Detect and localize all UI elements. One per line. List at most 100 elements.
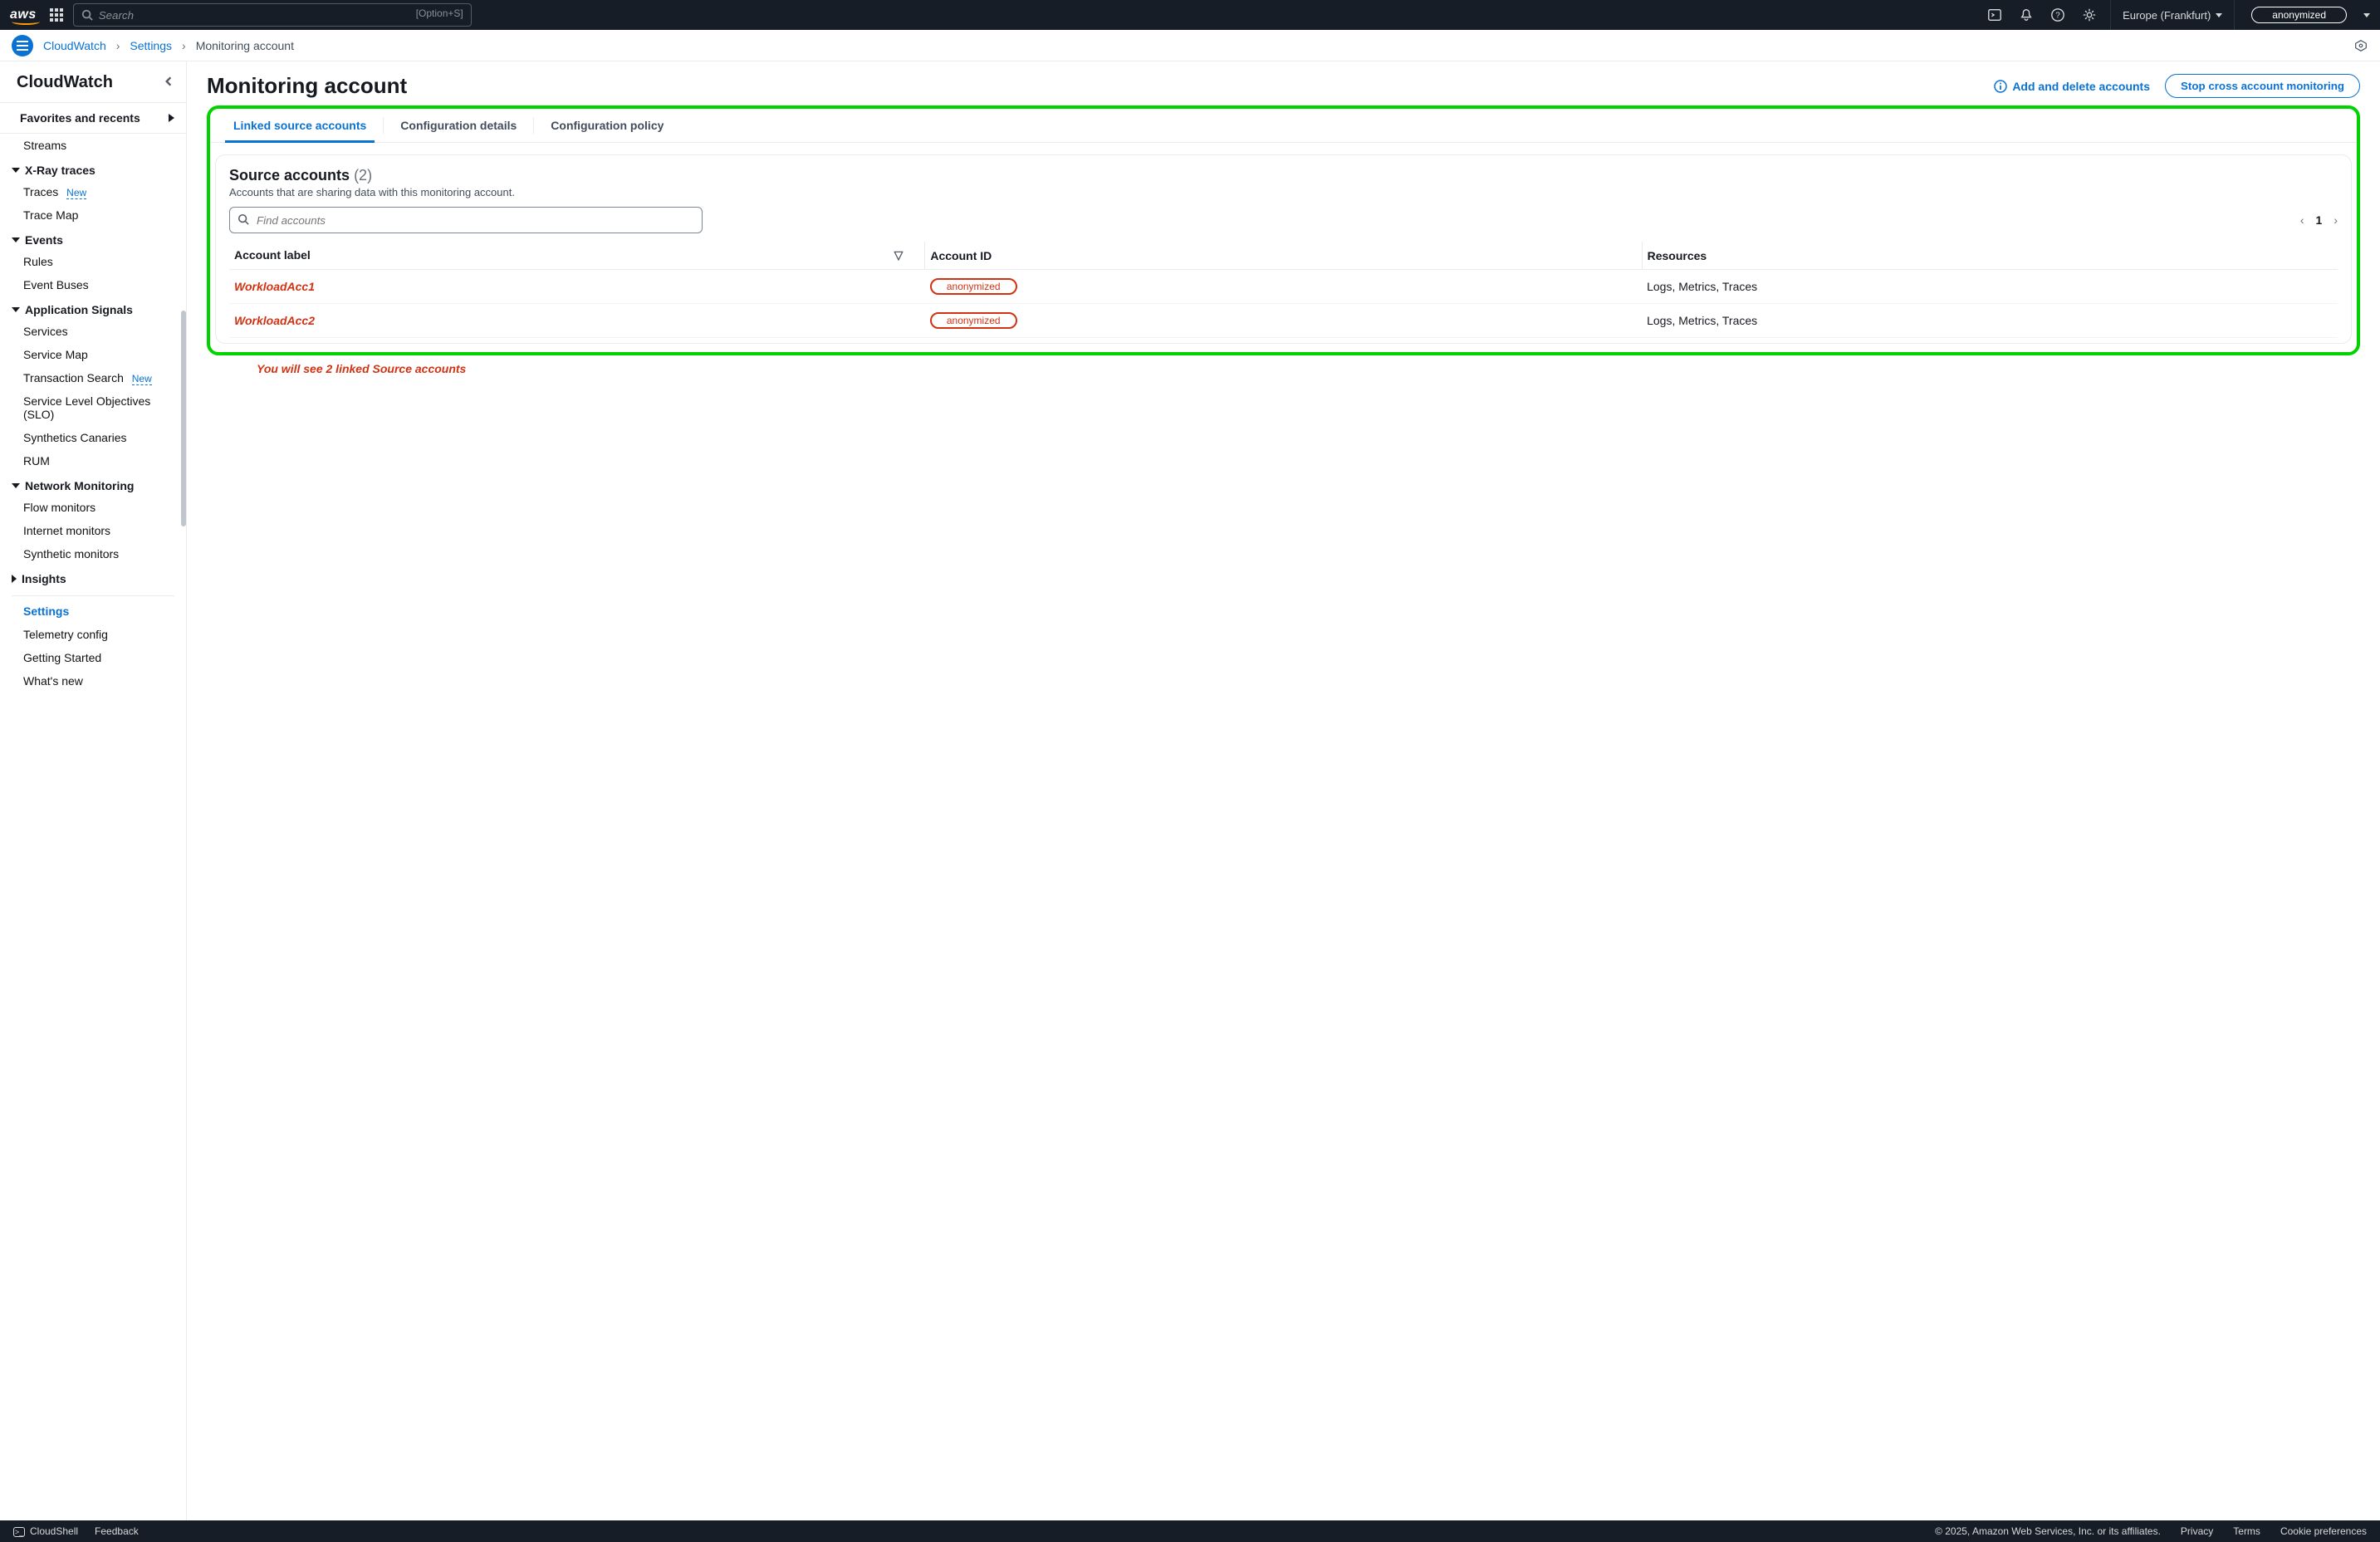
col-resources[interactable]: Resources <box>1642 242 2338 270</box>
sidebar-item-service-map[interactable]: Service Map <box>0 343 186 366</box>
chevron-down-icon <box>12 237 20 242</box>
account-label-cell[interactable]: WorkloadAcc2 <box>234 314 315 327</box>
page-header: Monitoring account Add and delete accoun… <box>207 73 2360 99</box>
breadcrumb-cloudwatch[interactable]: CloudWatch <box>43 39 106 52</box>
cloudshell-icon[interactable] <box>1984 4 2005 26</box>
new-badge: New <box>66 187 86 199</box>
footer-cloudshell[interactable]: >_ CloudShell <box>13 1525 78 1537</box>
footer: >_ CloudShell Feedback © 2025, Amazon Web… <box>0 1520 2380 1542</box>
sidebar-item-rules[interactable]: Rules <box>0 250 186 273</box>
sidebar-item-trace-map[interactable]: Trace Map <box>0 203 186 227</box>
find-accounts-input[interactable] <box>229 207 703 233</box>
stop-cross-account-button[interactable]: Stop cross account monitoring <box>2165 74 2360 98</box>
sidebar-item-event-buses[interactable]: Event Buses <box>0 273 186 296</box>
aws-logo[interactable]: aws <box>10 7 40 22</box>
chevron-down-icon <box>12 307 20 312</box>
account-label-cell[interactable]: WorkloadAcc1 <box>234 280 315 293</box>
breadcrumb-settings[interactable]: Settings <box>130 39 172 52</box>
sidebar-item-transaction-search[interactable]: Transaction Search New <box>0 366 186 389</box>
panel-title: Source accounts (2) <box>229 167 2338 184</box>
resources-cell: Logs, Metrics, Traces <box>1642 270 2338 304</box>
region-selector[interactable]: Europe (Frankfurt) <box>2110 0 2235 30</box>
pagination: ‹ 1 › <box>2300 213 2338 227</box>
favorites-label: Favorites and recents <box>20 111 140 125</box>
main-content: Monitoring account Add and delete accoun… <box>187 61 2380 1520</box>
title-count: (2) <box>354 167 372 184</box>
col-account-id[interactable]: Account ID <box>925 242 1642 270</box>
sidebar-item-internet-monitors[interactable]: Internet monitors <box>0 519 186 542</box>
chevron-down-icon <box>2216 13 2222 17</box>
group-label: Events <box>25 233 63 247</box>
sidebar-item-telemetry[interactable]: Telemetry config <box>0 623 186 646</box>
sidebar-item-getting-started[interactable]: Getting Started <box>0 646 186 669</box>
group-label: Insights <box>22 572 66 585</box>
annotation-text: You will see 2 linked Source accounts <box>257 362 2360 375</box>
tab-configuration-policy[interactable]: Configuration policy <box>533 117 680 134</box>
sort-icon[interactable]: ▽ <box>894 248 904 262</box>
sidebar-item-services[interactable]: Services <box>0 320 186 343</box>
settings-gear-icon[interactable] <box>2079 4 2100 26</box>
new-badge: New <box>132 373 152 385</box>
services-grid-icon[interactable] <box>50 8 63 22</box>
search-icon <box>81 9 93 21</box>
help-icon[interactable]: ? <box>2047 4 2069 26</box>
sidebar-collapse-icon[interactable] <box>163 76 174 90</box>
add-delete-accounts-link[interactable]: Add and delete accounts <box>1994 80 2150 93</box>
tab-configuration-details[interactable]: Configuration details <box>383 117 533 134</box>
page-prev-button[interactable]: ‹ <box>2300 213 2304 227</box>
sidebar-item-synthetics[interactable]: Synthetics Canaries <box>0 426 186 449</box>
sidebar-group-events[interactable]: Events <box>0 227 186 250</box>
table-row: WorkloadAcc2 anonymized Logs, Metrics, T… <box>229 304 2338 338</box>
sidebar-item-flow-monitors[interactable]: Flow monitors <box>0 496 186 519</box>
chevron-right-icon <box>12 575 17 583</box>
breadcrumb-current: Monitoring account <box>196 39 294 52</box>
chevron-right-icon: › <box>116 39 120 52</box>
panel-toggle-icon[interactable] <box>2353 38 2368 53</box>
sidebar-group-network[interactable]: Network Monitoring <box>0 472 186 496</box>
col-account-label[interactable]: Account label ▽ <box>229 242 925 270</box>
account-id-cell: anonymized <box>930 278 1017 295</box>
tabs: Linked source accounts Configuration det… <box>210 109 2357 143</box>
source-accounts-panel: Source accounts (2) Accounts that are sh… <box>215 154 2352 344</box>
svg-text:?: ? <box>2055 12 2060 21</box>
sidebar-item-whats-new[interactable]: What's new <box>0 669 186 693</box>
footer-privacy[interactable]: Privacy <box>2181 1525 2213 1537</box>
panel-subtitle: Accounts that are sharing data with this… <box>229 186 2338 198</box>
search-input[interactable] <box>73 3 472 27</box>
region-label: Europe (Frankfurt) <box>2123 9 2211 22</box>
notifications-icon[interactable] <box>2015 4 2037 26</box>
find-accounts-field <box>229 207 703 233</box>
sidebar-item-slo[interactable]: Service Level Objectives (SLO) <box>0 389 186 426</box>
page-number: 1 <box>2316 213 2323 227</box>
chevron-down-icon <box>12 168 20 173</box>
sidebar-group-insights[interactable]: Insights <box>0 565 186 589</box>
account-menu[interactable]: anonymized <box>2251 7 2347 23</box>
sidebar: CloudWatch Favorites and recents Streams… <box>0 61 187 1520</box>
footer-feedback[interactable]: Feedback <box>95 1525 139 1537</box>
account-id-cell: anonymized <box>930 312 1017 329</box>
annotation-highlight-box: Linked source accounts Configuration det… <box>207 105 2360 355</box>
divider <box>12 595 174 596</box>
group-label: X-Ray traces <box>25 164 95 177</box>
sidebar-item-rum[interactable]: RUM <box>0 449 186 472</box>
sidebar-group-app-signals[interactable]: Application Signals <box>0 296 186 320</box>
tab-linked-source-accounts[interactable]: Linked source accounts <box>217 109 383 142</box>
page-next-button[interactable]: › <box>2333 213 2338 227</box>
sidebar-item-settings[interactable]: Settings <box>0 600 186 623</box>
link-text: CloudShell <box>30 1525 78 1537</box>
sidebar-item-streams[interactable]: Streams <box>0 134 186 157</box>
sidebar-favorites[interactable]: Favorites and recents <box>0 102 186 134</box>
global-search: [Option+S] <box>73 3 472 27</box>
footer-copyright: © 2025, Amazon Web Services, Inc. or its… <box>1935 1525 2161 1537</box>
side-nav-toggle[interactable] <box>12 35 33 56</box>
cloudshell-icon: >_ <box>13 1527 25 1537</box>
sidebar-group-xray[interactable]: X-Ray traces <box>0 157 186 180</box>
table-row: WorkloadAcc1 anonymized Logs, Metrics, T… <box>229 270 2338 304</box>
sidebar-item-traces[interactable]: Traces New <box>0 180 186 203</box>
footer-cookies[interactable]: Cookie preferences <box>2280 1525 2367 1537</box>
group-label: Application Signals <box>25 303 133 316</box>
chevron-down-icon[interactable] <box>2363 13 2370 17</box>
sidebar-item-synthetic-monitors[interactable]: Synthetic monitors <box>0 542 186 565</box>
footer-terms[interactable]: Terms <box>2233 1525 2260 1537</box>
chevron-down-icon <box>12 483 20 488</box>
